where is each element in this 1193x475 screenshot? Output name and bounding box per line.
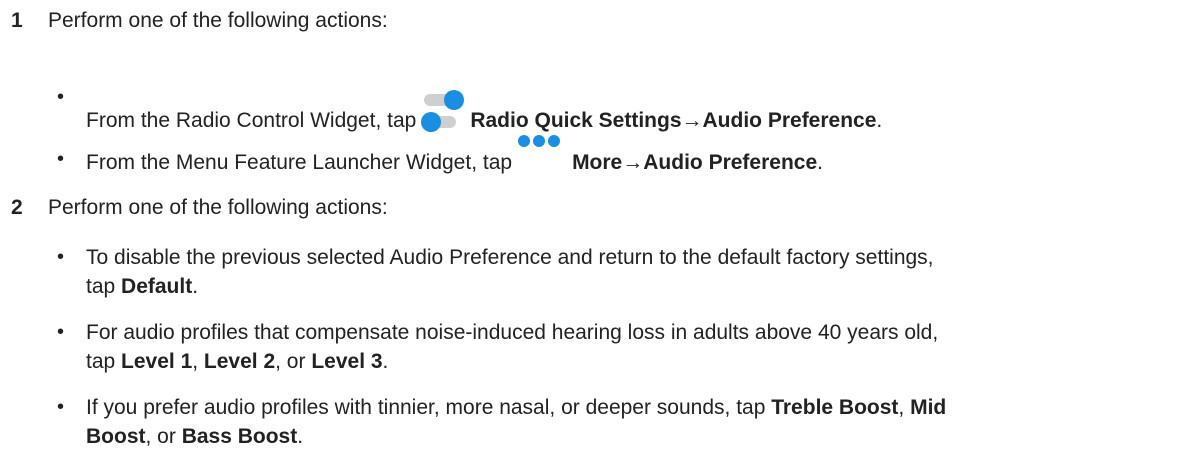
item-text: To disable the previous selected Audio P… — [86, 243, 1166, 301]
bullet: • — [57, 148, 65, 170]
mid-label: Mid — [910, 396, 947, 419]
bullet: • — [57, 396, 65, 418]
item-line-1: For audio profiles that compensate noise… — [86, 321, 939, 344]
item-prefix: tap — [86, 275, 122, 298]
treble-boost-label: Treble Boost — [771, 396, 899, 419]
level-2-label: Level 2 — [203, 350, 276, 373]
level-3-label: Level 3 — [311, 350, 383, 373]
item-prefix: From the Menu Feature Launcher Widget, t… — [86, 151, 513, 174]
bullet: • — [57, 321, 65, 343]
item-text: From the Radio Control Widget, tap Radio … — [86, 83, 1166, 135]
radio-quick-settings-label: Radio Quick Settings — [470, 109, 682, 132]
audio-preference-label: Audio Preference — [702, 109, 877, 132]
item-prefix: tap — [86, 350, 122, 373]
period: . — [297, 425, 304, 448]
item-text: From the Menu Feature Launcher Widget, t… — [86, 135, 1166, 177]
period: . — [192, 275, 199, 298]
arrow: → — [681, 109, 703, 132]
bullet: • — [57, 246, 65, 268]
step-number: 2 — [11, 196, 23, 219]
bullet: • — [57, 86, 65, 108]
level-1-label: Level 1 — [121, 350, 193, 373]
separator: , — [192, 350, 204, 373]
more-label: More — [572, 151, 623, 174]
item-text: For audio profiles that compensate noise… — [86, 318, 1166, 376]
period: . — [382, 350, 389, 373]
step-intro: Perform one of the following actions: — [48, 196, 388, 219]
separator: , or — [145, 425, 182, 448]
period: . — [876, 109, 883, 132]
separator: , — [898, 396, 911, 419]
step-intro: Perform one of the following actions: — [48, 9, 388, 32]
default-label: Default — [121, 275, 193, 298]
more-dots-icon — [516, 131, 562, 155]
period: . — [817, 151, 823, 174]
item-prefix: From the Radio Control Widget, tap — [86, 109, 417, 132]
bass-boost-label: Bass Boost — [181, 425, 298, 448]
separator: , or — [275, 350, 312, 373]
item-line-1: To disable the previous selected Audio P… — [86, 246, 934, 269]
audio-preference-label: Audio Preference — [643, 151, 818, 174]
toggle-icon — [420, 85, 465, 132]
arrow: → — [622, 151, 644, 174]
item-line-1: If you prefer audio profiles with tinnie… — [86, 396, 772, 419]
item-text: If you prefer audio profiles with tinnie… — [86, 393, 1166, 451]
step-number: 1 — [11, 9, 23, 32]
boost-label: Boost — [86, 425, 146, 448]
